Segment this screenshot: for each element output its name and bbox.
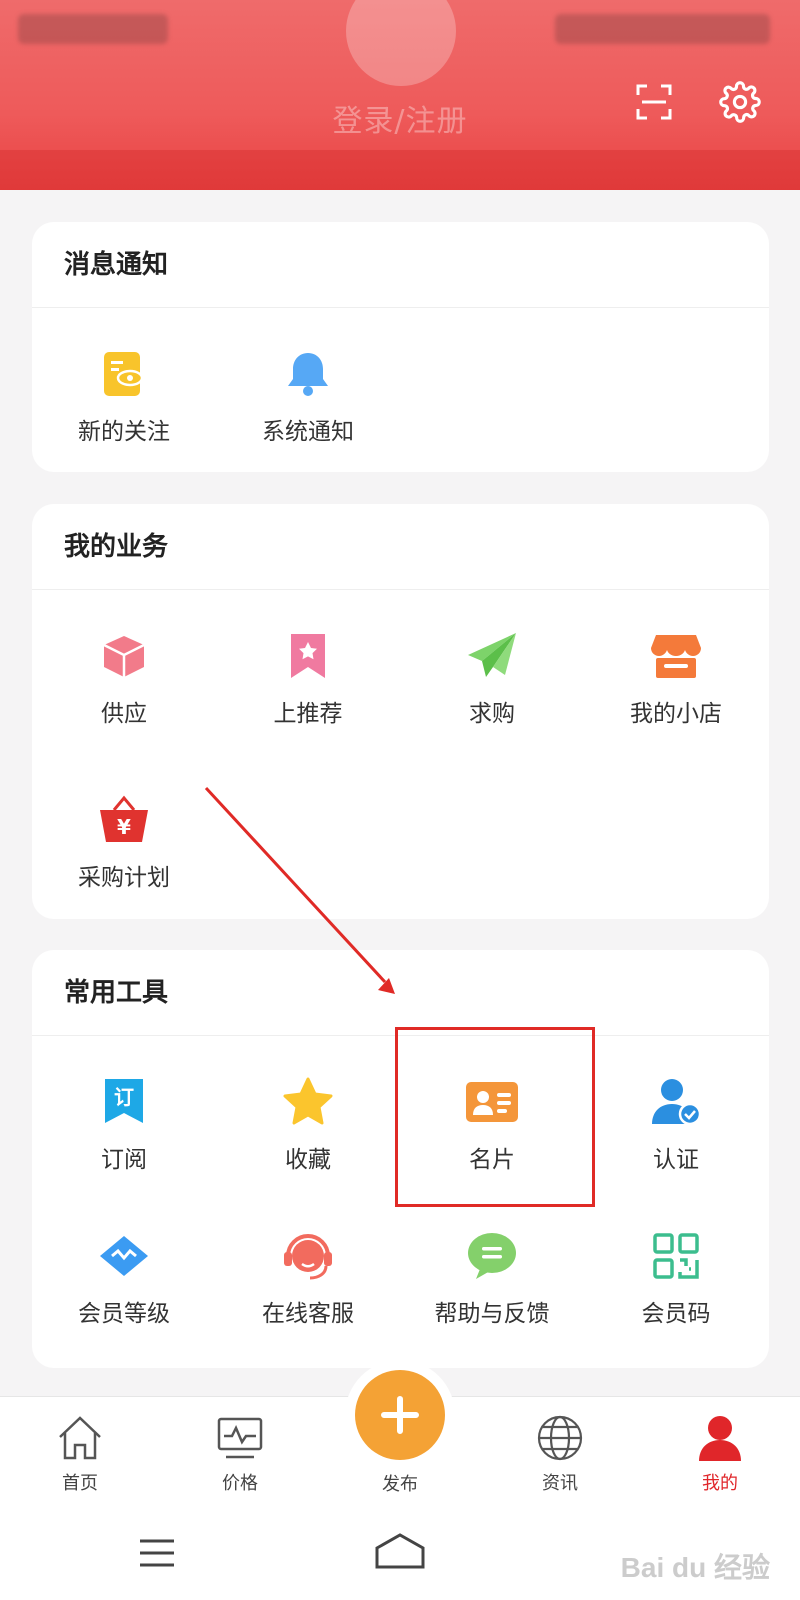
watermark-logo: Bai du 经验 xyxy=(620,1552,770,1583)
tab-news-label: 资讯 xyxy=(542,1473,578,1494)
tab-publish-label: 发布 xyxy=(382,1474,418,1495)
tab-price[interactable]: 价格 xyxy=(180,1411,300,1495)
annotation-highlight-box xyxy=(395,1027,595,1207)
user-icon xyxy=(660,1411,780,1465)
home-nav-icon[interactable] xyxy=(374,1532,426,1570)
system-nav-bar: Bai du 经验 xyxy=(0,1506,800,1600)
tab-news[interactable]: 资讯 xyxy=(500,1411,620,1495)
tab-home[interactable]: 首页 xyxy=(20,1411,140,1495)
tab-mine[interactable]: 我的 xyxy=(660,1411,780,1495)
globe-icon xyxy=(500,1411,620,1465)
menu-icon[interactable] xyxy=(138,1538,176,1568)
tab-mine-label: 我的 xyxy=(702,1473,738,1494)
tab-home-label: 首页 xyxy=(62,1473,98,1494)
home-icon xyxy=(20,1411,140,1465)
plus-icon xyxy=(381,1396,419,1434)
tab-price-label: 价格 xyxy=(222,1473,258,1494)
publish-button[interactable] xyxy=(355,1370,445,1460)
price-chart-icon xyxy=(180,1411,300,1465)
